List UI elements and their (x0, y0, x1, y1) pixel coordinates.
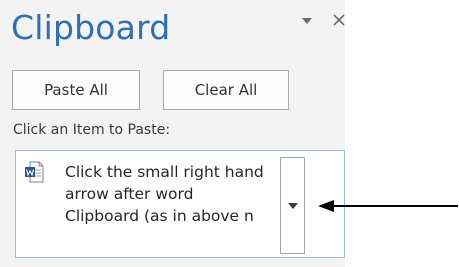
paste-all-button[interactable]: Paste All (12, 70, 140, 110)
clipboard-pane: Clipboard Paste All Clear All Click an I… (0, 0, 345, 267)
pane-title: Clipboard (11, 8, 171, 47)
item-dropdown-button[interactable] (280, 157, 305, 254)
click-item-hint: Click an Item to Paste: (13, 122, 171, 138)
close-icon[interactable] (330, 10, 345, 30)
pane-options-chevron-down-icon[interactable] (300, 14, 314, 28)
word-document-icon (24, 161, 44, 183)
chevron-down-icon (288, 203, 298, 209)
clipboard-item[interactable]: Click the small right hand arrow after w… (15, 150, 345, 258)
annotation-arrow-icon (318, 200, 458, 212)
clear-all-button[interactable]: Clear All (163, 70, 289, 110)
